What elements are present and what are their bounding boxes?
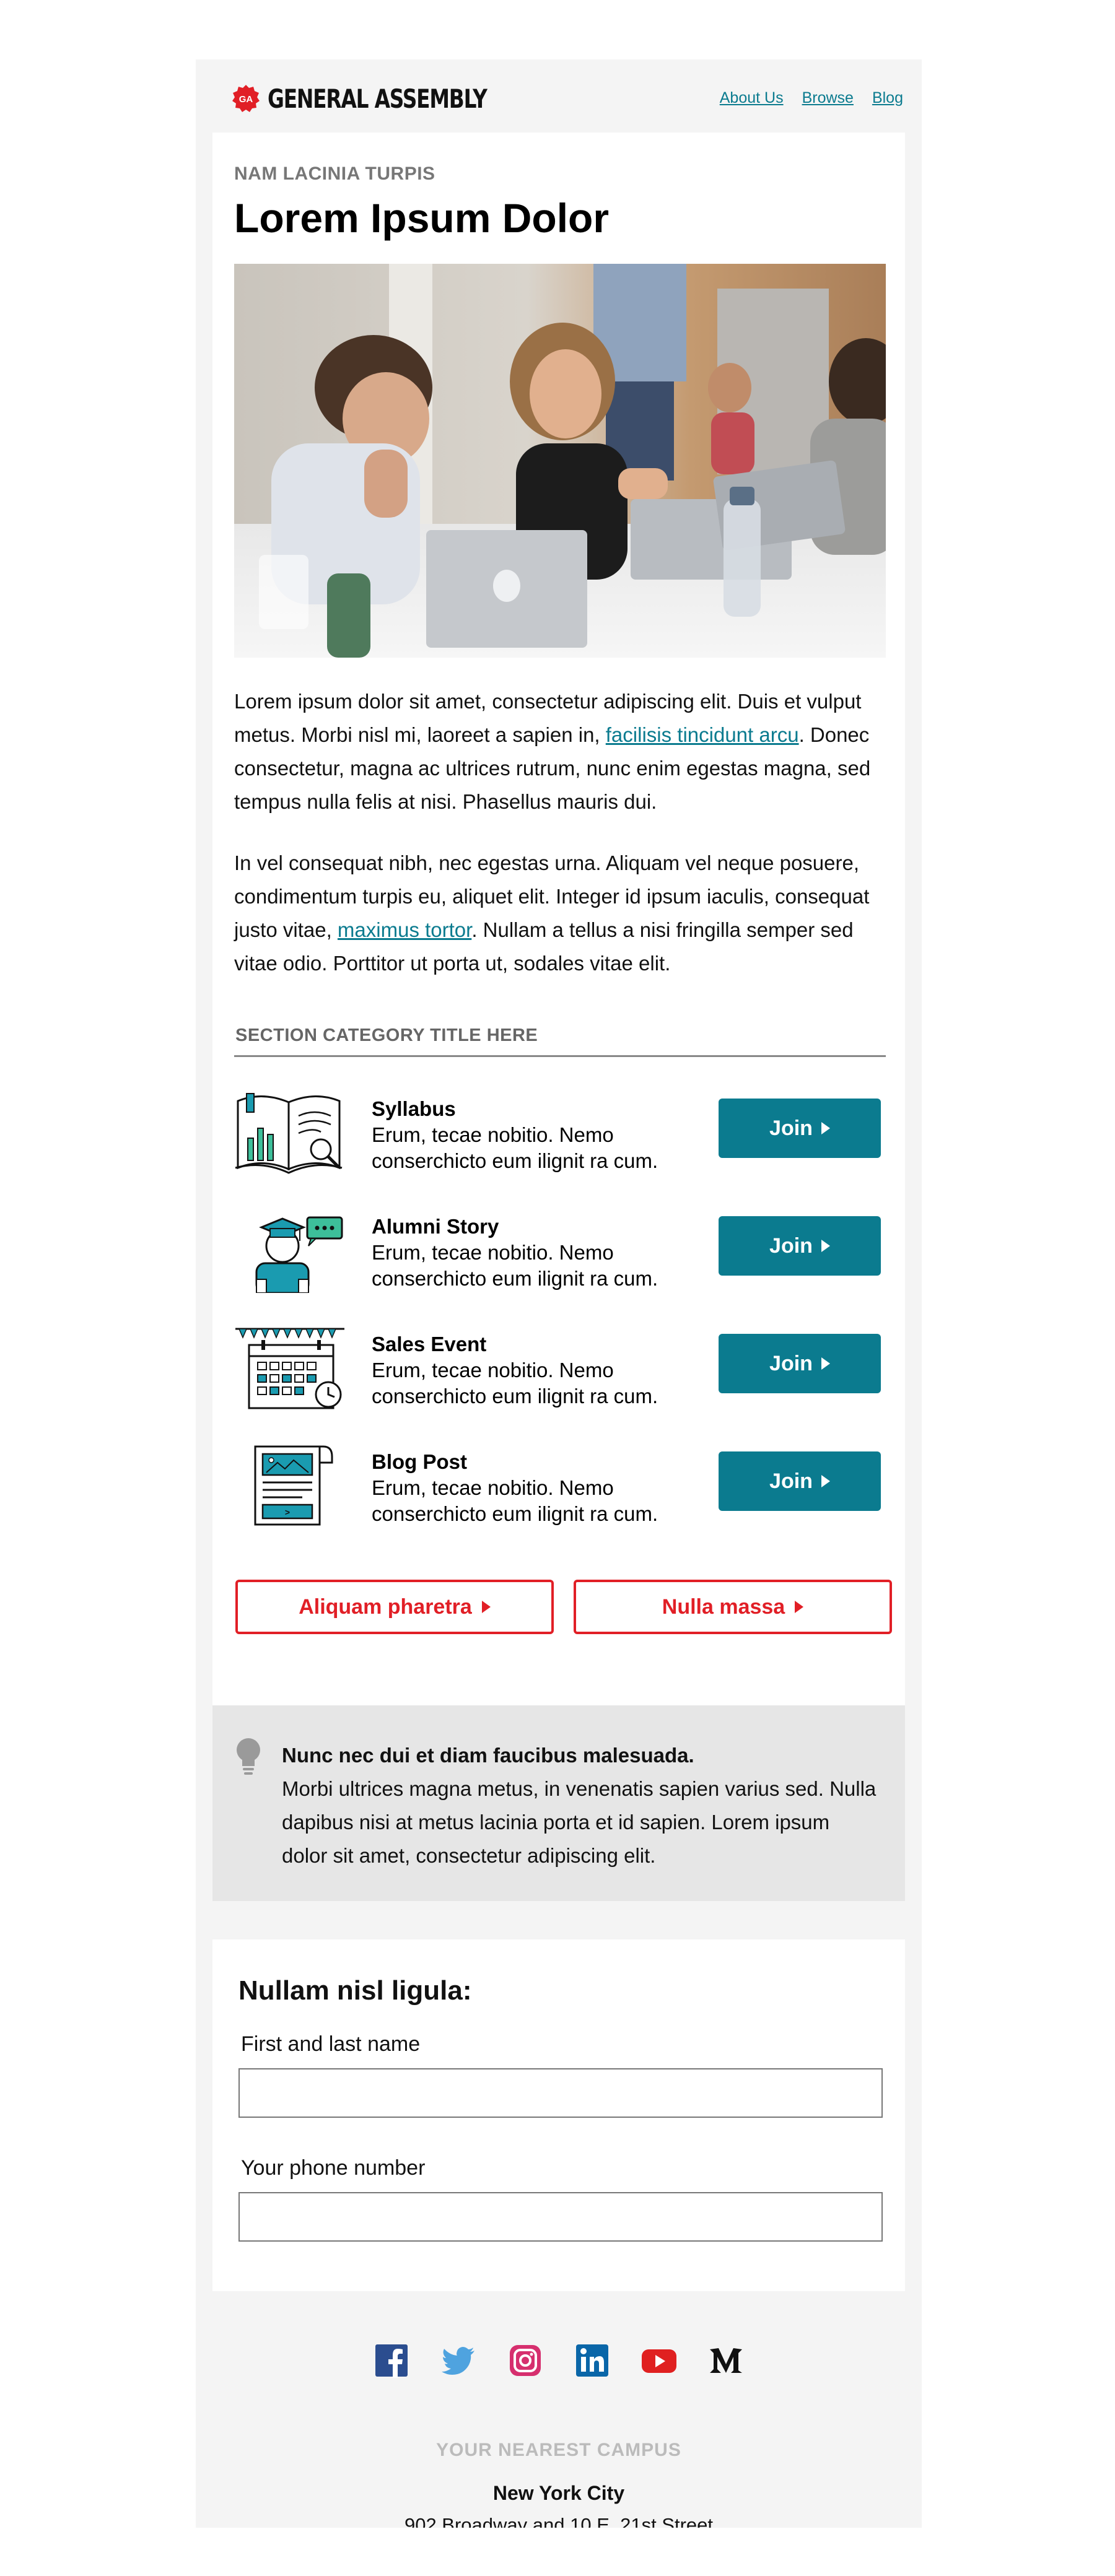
join-button-label: Join [769, 1351, 813, 1375]
brand-logo[interactable]: GA GENERAL ASSEMBLY [232, 83, 548, 114]
nav-about-us-link[interactable]: About Us [720, 89, 784, 107]
campus-label: YOUR NEAREST CAMPUS [436, 2440, 681, 2460]
list-item-alumni-story: Alumni Story Erum, tecae nobitio. Nemo c… [234, 1206, 886, 1299]
tip-callout: Nunc nec dui et diam faucibus malesuada.… [212, 1705, 905, 1901]
list-item-sales-event: Sales Event Erum, tecae nobitio. Nemo co… [234, 1324, 886, 1417]
join-button-label: Join [769, 1469, 813, 1493]
instagram-icon[interactable] [508, 2343, 543, 2378]
graduate-chat-icon [255, 1216, 343, 1293]
campus-address: 902 Broadway and 10 E. 21st Street [404, 2514, 714, 2528]
form-heading: Nullam nisl ligula: [238, 1975, 472, 2006]
nav-blog-link[interactable]: Blog [872, 89, 903, 107]
main-card: NAM LACINIA TURPIS Lorem Ipsum Dolor Lor… [212, 133, 905, 1728]
item-description: Erum, tecae nobitio. Nemo conserchicto e… [372, 1123, 658, 1172]
medium-icon[interactable] [709, 2343, 743, 2378]
cta-aliquam-pharetra-button[interactable]: Aliquam pharetra [235, 1580, 554, 1634]
item-title: Sales Event [372, 1333, 487, 1355]
inline-link-maximus[interactable]: maximus tortor [338, 918, 471, 941]
list-item-syllabus: Syllabus Erum, tecae nobitio. Nemo conse… [234, 1089, 886, 1181]
lightbulb-icon [237, 1738, 260, 1775]
email-container: GA GENERAL ASSEMBLY About Us Browse Blog… [196, 59, 922, 2528]
section-title: SECTION CATEGORY TITLE HERE [235, 1025, 538, 1045]
item-description: Erum, tecae nobitio. Nemo conserchicto e… [372, 1476, 658, 1525]
join-button-alumni-story[interactable]: Join [719, 1216, 881, 1276]
name-field-label: First and last name [241, 2032, 421, 2056]
item-title: Blog Post [372, 1450, 467, 1473]
top-nav: About Us Browse Blog [720, 89, 903, 107]
cta-label: Aliquam pharetra [299, 1595, 472, 1619]
join-button-blog-post[interactable]: Join [719, 1451, 881, 1511]
social-links [196, 2343, 922, 2378]
svg-text:>: > [285, 1508, 290, 1518]
ga-logo-icon: GA [232, 85, 260, 112]
brand-name: GENERAL ASSEMBLY [268, 83, 488, 114]
tip-text: Nunc nec dui et diam faucibus malesuada.… [282, 1739, 877, 1873]
item-title: Alumni Story [372, 1215, 499, 1238]
facebook-icon[interactable] [374, 2343, 409, 2378]
name-field[interactable] [238, 2068, 883, 2118]
syllabus-book-icon [235, 1093, 343, 1174]
item-description: Erum, tecae nobitio. Nemo conserchicto e… [372, 1359, 658, 1408]
item-title: Syllabus [372, 1097, 456, 1120]
tip-body: Morbi ultrices magna metus, in venenatis… [282, 1777, 877, 1867]
phone-field[interactable] [238, 2192, 883, 2242]
twitter-icon[interactable] [441, 2343, 476, 2378]
play-arrow-icon [821, 1122, 830, 1134]
cta-label: Nulla massa [662, 1595, 785, 1619]
play-arrow-icon [481, 1601, 491, 1613]
header: GA GENERAL ASSEMBLY About Us Browse Blog [196, 59, 922, 133]
cta-nulla-massa-button[interactable]: Nulla massa [574, 1580, 892, 1634]
phone-field-label: Your phone number [241, 2156, 426, 2180]
linkedin-icon[interactable] [575, 2343, 610, 2378]
article-title: Lorem Ipsum Dolor [234, 195, 610, 241]
campus-name: New York City [492, 2482, 625, 2504]
join-button-label: Join [769, 1116, 813, 1140]
item-description: Erum, tecae nobitio. Nemo conserchicto e… [372, 1241, 658, 1290]
article-paragraph-2: In vel consequat nibh, nec egestas urna.… [234, 846, 891, 980]
section-divider [234, 1055, 886, 1057]
inline-link-facilisis[interactable]: facilisis tincidunt arcu [606, 723, 799, 746]
hero-photo [234, 264, 886, 658]
tip-heading: Nunc nec dui et diam faucibus malesuada. [282, 1744, 694, 1767]
nav-browse-link[interactable]: Browse [802, 89, 854, 107]
join-button-sales-event[interactable]: Join [719, 1334, 881, 1393]
join-button-syllabus[interactable]: Join [719, 1099, 881, 1158]
play-arrow-icon [821, 1357, 830, 1370]
contact-form: Nullam nisl ligula: First and last name … [212, 1939, 905, 2291]
play-arrow-icon [821, 1475, 830, 1487]
play-arrow-icon [821, 1240, 830, 1252]
join-button-label: Join [769, 1234, 813, 1258]
list-item-blog-post: > Blog Post Erum, tecae nobitio. Nemo co… [234, 1442, 886, 1534]
article-paragraph-1: Lorem ipsum dolor sit amet, consectetur … [234, 685, 891, 819]
svg-text:GA: GA [239, 94, 253, 105]
youtube-icon[interactable] [642, 2343, 676, 2378]
article-eyebrow: NAM LACINIA TURPIS [234, 163, 435, 184]
event-calendar-icon [235, 1328, 344, 1409]
play-arrow-icon [795, 1601, 804, 1613]
blog-scroll-icon: > [254, 1445, 333, 1526]
